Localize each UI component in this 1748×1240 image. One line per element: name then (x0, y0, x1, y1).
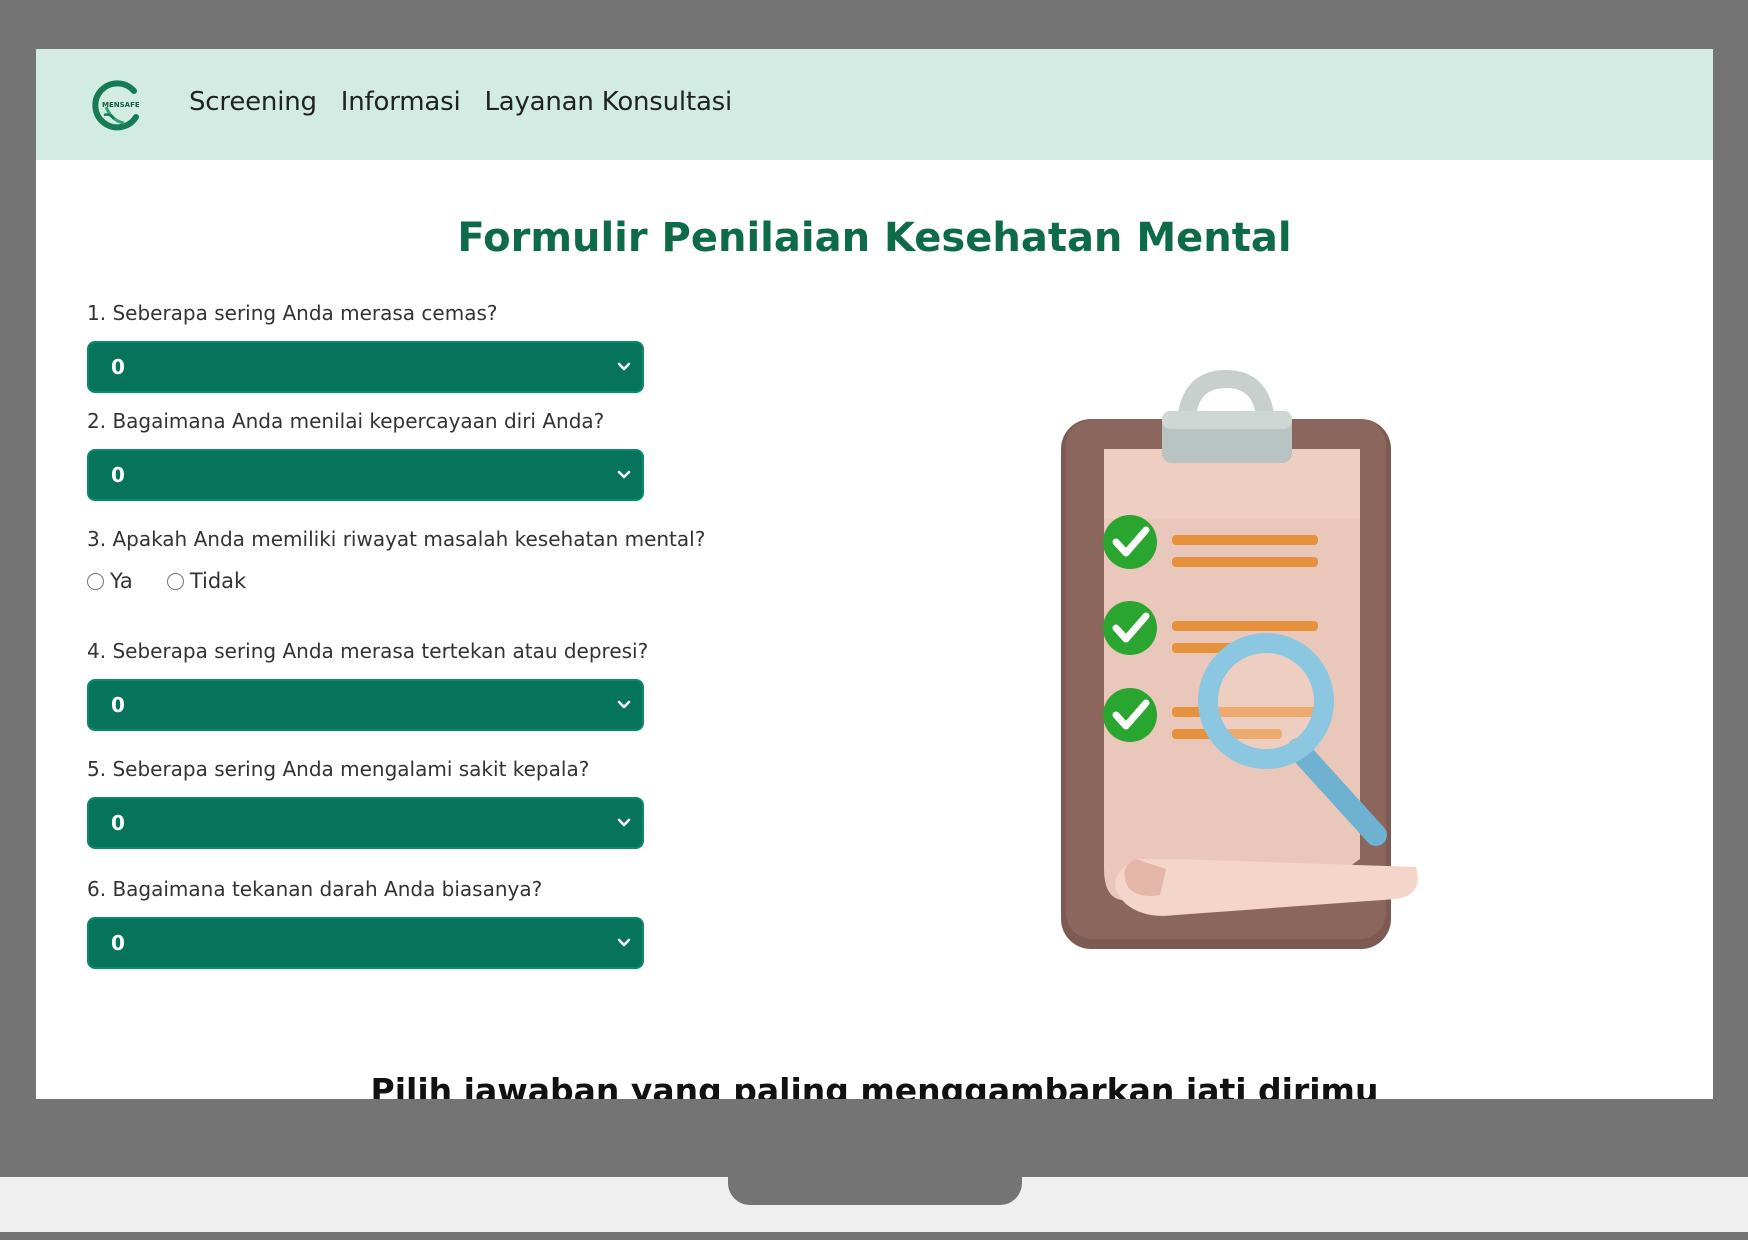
chevron-down-icon (617, 362, 631, 371)
check-icon (1103, 601, 1157, 655)
radio-tidak[interactable] (166, 572, 184, 590)
question-5-select[interactable]: 0 (87, 797, 644, 849)
question-2-select[interactable]: 0 (87, 449, 644, 501)
nav-informasi-link[interactable]: Informasi (341, 87, 461, 117)
check-icon (1103, 688, 1157, 742)
svg-text:MENSAFE: MENSAFE (102, 101, 140, 109)
nav-screening-link[interactable]: Screening (189, 87, 317, 117)
page-title: Formulir Penilaian Kesehatan Mental (457, 215, 1292, 261)
laptop-bottom-strip (0, 1232, 1748, 1240)
chevron-down-icon (617, 470, 631, 479)
chevron-down-icon (617, 938, 631, 947)
clipboard-checklist-icon (1061, 369, 1418, 949)
logo-icon[interactable]: MENSAFE (90, 77, 146, 133)
radio-tidak-label: Tidak (189, 569, 247, 593)
question-2: 2. Bagaimana Anda menilai kepercayaan di… (87, 407, 737, 525)
question-1-select-value: 0 (111, 355, 125, 379)
question-1-select[interactable]: 0 (87, 341, 644, 393)
assessment-form: 1. Seberapa sering Anda merasa cemas? 0 … (87, 299, 737, 983)
question-4-select-value: 0 (111, 693, 125, 717)
question-2-label: 2. Bagaimana Anda menilai kepercayaan di… (87, 409, 605, 433)
check-icon (1103, 515, 1157, 569)
question-5-select-value: 0 (111, 811, 125, 835)
question-4: 4. Seberapa sering Anda merasa tertekan … (87, 637, 737, 755)
question-4-select[interactable]: 0 (87, 679, 644, 731)
question-2-select-value: 0 (111, 463, 125, 487)
question-5-label: 5. Seberapa sering Anda mengalami sakit … (87, 757, 590, 781)
question-4-label: 4. Seberapa sering Anda merasa tertekan … (87, 639, 649, 663)
nav-layanan-konsultasi-link[interactable]: Layanan Konsultasi (484, 87, 732, 117)
question-3-label: 3. Apakah Anda memiliki riwayat masalah … (87, 527, 706, 551)
question-6-select[interactable]: 0 (87, 917, 644, 969)
laptop-notch (728, 1177, 1022, 1205)
navbar: MENSAFE Screening Informasi Layanan Kons… (36, 49, 1713, 160)
radio-ya-label: Ya (110, 569, 133, 593)
question-3-options: Ya Tidak (87, 567, 737, 595)
radio-ya[interactable] (87, 572, 104, 590)
question-1-label: 1. Seberapa sering Anda merasa cemas? (87, 301, 498, 325)
question-1: 1. Seberapa sering Anda merasa cemas? 0 (87, 299, 737, 407)
question-6: 6. Bagaimana tekanan darah Anda biasanya… (87, 875, 737, 983)
question-5: 5. Seberapa sering Anda mengalami sakit … (87, 755, 737, 875)
chevron-down-icon (617, 700, 631, 709)
nav-links: Screening Informasi Layanan Konsultasi (189, 87, 732, 117)
browser-screen: MENSAFE Screening Informasi Layanan Kons… (36, 49, 1713, 1099)
question-6-select-value: 0 (111, 931, 125, 955)
chevron-down-icon (617, 818, 631, 827)
question-6-label: 6. Bagaimana tekanan darah Anda biasanya… (87, 877, 543, 901)
question-3: 3. Apakah Anda memiliki riwayat masalah … (87, 525, 737, 637)
instruction-heading: Pilih jawaban yang paling menggambarkan … (370, 1071, 1379, 1099)
